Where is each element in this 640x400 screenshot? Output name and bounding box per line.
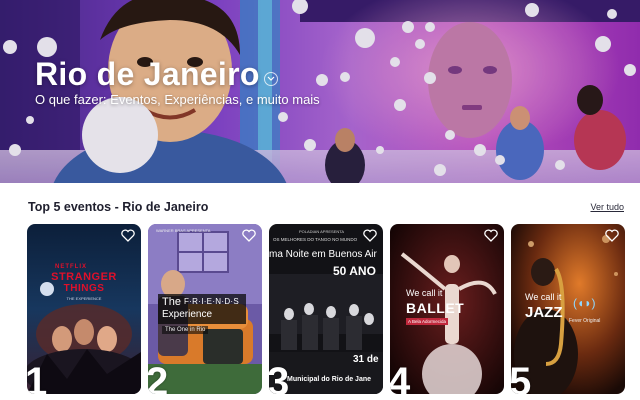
hero-title-row: Rio de Janeiro xyxy=(35,56,278,93)
card-date: 31 de xyxy=(353,354,379,365)
card-badge: Fever Original xyxy=(569,318,601,324)
card-anniversary: 50 ANO xyxy=(333,264,376,278)
card-title: ma Noite em Buenos Air xyxy=(269,249,377,260)
card-kicker: We call it xyxy=(525,292,562,302)
rank-number: 3 xyxy=(269,360,290,394)
heart-icon[interactable] xyxy=(363,229,377,242)
card-title-line1: STRANGER xyxy=(51,271,117,283)
event-card-4[interactable]: We call it BALLET A Bela Adormecida 4 xyxy=(390,224,504,394)
card-title-line2: THINGS xyxy=(63,283,105,294)
card-kicker: We call it xyxy=(406,288,443,298)
see-all-link[interactable]: Ver tudo xyxy=(590,202,624,212)
hero-banner: Rio de Janeiro O que fazer: Eventos, Exp… xyxy=(0,0,640,183)
rank-number: 1 xyxy=(27,360,48,394)
event-card-1[interactable]: NETFLIX STRANGER THINGS THE EXPERIENCE 1 xyxy=(27,224,141,394)
rank-number: 2 xyxy=(148,360,169,394)
heart-icon[interactable] xyxy=(605,229,619,242)
card-title: BALLET xyxy=(406,300,465,316)
card-tagline: OS MELHORES DO TANGO NO MUNDO xyxy=(273,237,358,242)
page-title: Rio de Janeiro xyxy=(35,56,260,92)
rank-number: 4 xyxy=(390,360,411,394)
card-title-the: The xyxy=(162,296,181,308)
section-title: Top 5 eventos - Rio de Janeiro xyxy=(28,200,209,214)
card-subtitle: THE EXPERIENCE xyxy=(66,296,102,301)
event-card-3[interactable]: POLADIAN APRESENTA OS MELHORES DO TANGO … xyxy=(269,224,383,394)
card-badge: A Bela Adormecida xyxy=(406,318,449,325)
card-title-experience: Experience xyxy=(162,309,213,320)
rank-number: 5 xyxy=(511,360,532,394)
card-subtitle: The One in Rio xyxy=(162,326,209,334)
card-presenter: POLADIAN APRESENTA xyxy=(299,229,345,234)
card-title-friends: F·R·I·E·N·D·S xyxy=(184,297,239,306)
card-venue: Municipal do Rio de Jane xyxy=(287,376,372,383)
event-card-5[interactable]: We call it JAZZ (◖◗) Fever Original 5 xyxy=(511,224,625,394)
chevron-down-icon[interactable] xyxy=(263,71,278,86)
event-cards: NETFLIX STRANGER THINGS THE EXPERIENCE 1… xyxy=(27,224,627,394)
card-brand: NETFLIX xyxy=(55,264,87,270)
event-card-2[interactable]: WARNER BRAS APRESENTA The F·R·I·E·N·D·S … xyxy=(148,224,262,394)
heart-icon[interactable] xyxy=(242,229,256,242)
card-title: JAZZ xyxy=(525,304,563,321)
music-note-icon: (◖◗) xyxy=(573,296,596,310)
hero-subtitle: O que fazer: Eventos, Experiências, e mu… xyxy=(35,92,320,107)
card-presenter: WARNER BRAS APRESENTA xyxy=(156,228,211,233)
heart-icon[interactable] xyxy=(121,229,135,242)
heart-icon[interactable] xyxy=(484,229,498,242)
